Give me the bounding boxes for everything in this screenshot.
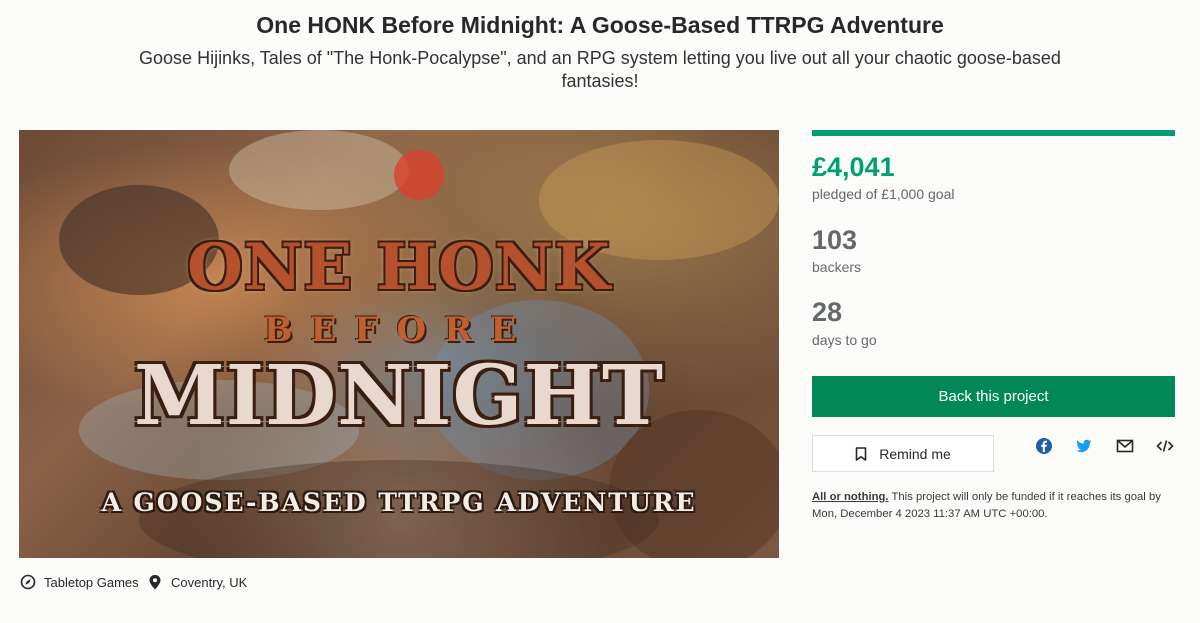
- logo-one-honk: ONE HONK: [187, 230, 611, 305]
- days-label: days to go: [812, 332, 877, 348]
- logo-tagline: A GOOSE-BASED TTRPG ADVENTURE: [101, 488, 697, 517]
- location-link[interactable]: Coventry, UK: [147, 574, 247, 590]
- embed-icon[interactable]: [1156, 437, 1174, 455]
- project-subtitle: Goose Hijinks, Tales of "The Honk-Pocaly…: [139, 48, 1061, 91]
- backers-count: 103: [812, 225, 858, 255]
- all-or-nothing-notice: All or nothing. This project will only b…: [812, 489, 1177, 523]
- pledged-goal-label: pledged of £1,000 goal: [812, 186, 955, 202]
- bookmark-icon: [855, 446, 867, 461]
- logo-midnight: MIDNIGHT: [133, 348, 665, 444]
- remind-me-button[interactable]: Remind me: [812, 435, 994, 472]
- pledged-amount: £4,041: [812, 152, 895, 182]
- map-pin-icon: [149, 575, 161, 590]
- category-link[interactable]: Tabletop Games: [20, 574, 139, 590]
- mail-icon[interactable]: [1116, 437, 1134, 455]
- days-remaining: 28: [812, 297, 843, 327]
- all-or-nothing-link[interactable]: All or nothing.: [812, 491, 889, 503]
- compass-icon: [20, 574, 36, 590]
- backers-label: backers: [812, 259, 862, 275]
- facebook-icon[interactable]: [1035, 437, 1053, 455]
- project-title: One HONK Before Midnight: A Goose-Based …: [256, 12, 944, 38]
- back-project-button[interactable]: Back this project: [812, 376, 1175, 417]
- logo-before: BEFORE: [263, 310, 535, 350]
- twitter-icon[interactable]: [1075, 437, 1093, 455]
- remind-me-label: Remind me: [879, 445, 951, 462]
- category-label: Tabletop Games: [44, 574, 139, 590]
- funding-progress-fill: [812, 130, 1175, 136]
- funding-progress-bar: [812, 130, 1175, 136]
- location-label: Coventry, UK: [171, 574, 248, 590]
- hero-image[interactable]: ONE HONK BEFORE MIDNIGHT A GOOSE-BASED T…: [19, 130, 779, 558]
